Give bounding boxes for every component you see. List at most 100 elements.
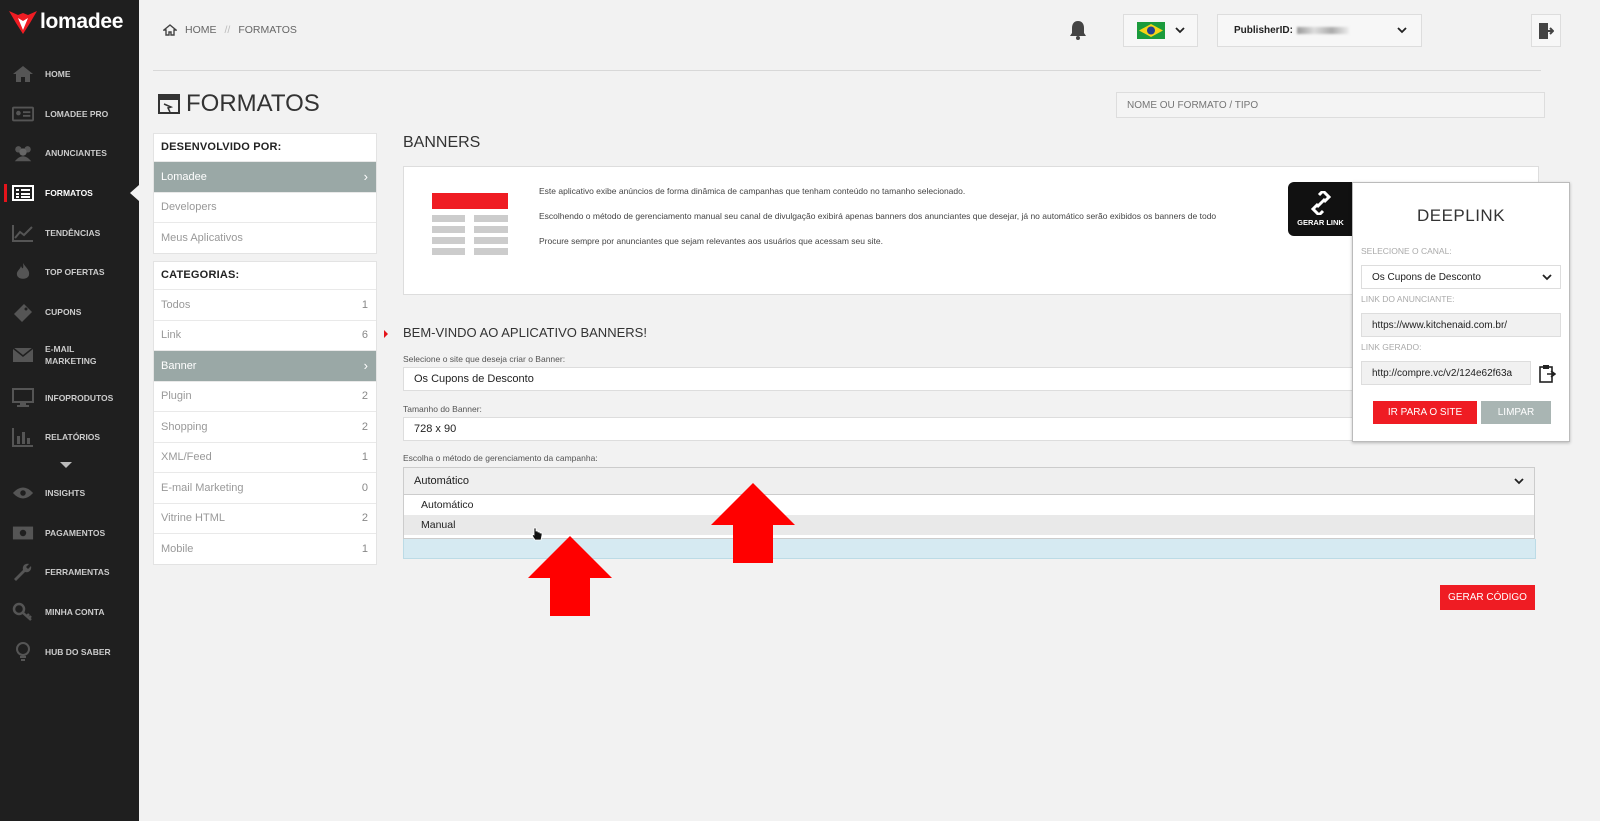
section-marker-icon (384, 330, 388, 338)
method-option-manual[interactable]: Manual (404, 515, 1534, 535)
category-label: Vitrine HTML (161, 512, 225, 525)
header-divider (153, 70, 1541, 71)
key-icon (12, 602, 34, 622)
sidebar-item-tendencias[interactable]: TENDÊNCIAS (0, 213, 139, 253)
category-count: 1 (361, 451, 368, 464)
generate-link-label: GERAR LINK (1297, 218, 1344, 227)
category-item-mobile[interactable]: Mobile 1 (154, 533, 376, 564)
sidebar-relatorios-expand[interactable] (0, 457, 139, 473)
publisher-selector[interactable]: PublisherID: (1217, 14, 1422, 47)
wrench-icon (12, 562, 34, 582)
category-count: 0 (361, 481, 368, 494)
sidebar-item-top-ofertas[interactable]: TOP OFERTAS (0, 252, 139, 292)
deeplink-panel: DEEPLINK SELECIONE O CANAL: Os Cupons de… (1352, 182, 1570, 442)
banner-description: Este aplicativo exibe anúncios de forma … (539, 179, 1216, 254)
language-selector[interactable] (1123, 14, 1198, 47)
flame-icon (12, 262, 34, 282)
sidebar-item-email-marketing[interactable]: E-MAIL MARKETING (0, 332, 139, 378)
banner-layout-icon (432, 193, 508, 255)
notification-bell-icon[interactable] (1069, 20, 1087, 45)
lomadee-logo[interactable]: lomadee (0, 0, 139, 44)
category-label: Plugin (161, 390, 192, 403)
sidebar-item-insights[interactable]: INSIGHTS (0, 473, 139, 513)
logout-icon (1539, 22, 1554, 39)
sidebar-item-label: RELATÓRIOS (45, 432, 101, 443)
clear-button[interactable]: LIMPAR (1481, 401, 1551, 424)
sidebar-item-infoprodutos[interactable]: INFOPRODUTOS (0, 378, 139, 418)
category-item-todos[interactable]: Todos 1 (154, 289, 376, 320)
developer-label: Lomadee (161, 170, 207, 183)
category-count: 1 (361, 298, 368, 311)
sidebar-item-label: FORMATOS (45, 187, 93, 198)
chevron-down-icon (60, 462, 72, 469)
developer-item-developers[interactable]: Developers (154, 191, 376, 223)
sidebar-item-minha-conta[interactable]: MINHA CONTA (0, 592, 139, 632)
ticket-icon (12, 302, 34, 322)
deeplink-title: DEEPLINK (1416, 206, 1506, 225)
advertiser-link-input[interactable]: https://www.kitchenaid.com.br/ (1361, 313, 1561, 337)
info-line: Procure sempre por anunciantes que sejam… (539, 236, 883, 246)
home-icon (12, 64, 34, 84)
method-select[interactable]: Automático (403, 467, 1535, 495)
clipboard-icon[interactable] (1538, 364, 1556, 384)
trend-line-icon (12, 223, 34, 243)
page-title-text: FORMATOS (186, 90, 320, 117)
sidebar-item-hub-do-saber[interactable]: HUB DO SABER (0, 632, 139, 672)
category-item-xml-feed[interactable]: XML/Feed 1 (154, 441, 376, 473)
id-card-icon (12, 104, 34, 124)
developer-item-lomadee[interactable]: Lomadee › (154, 161, 376, 192)
window-icon (158, 94, 180, 114)
go-to-site-button[interactable]: IR PARA O SITE (1373, 401, 1477, 424)
link-icon (1310, 191, 1331, 215)
brand-name: lomadee (40, 10, 124, 33)
sidebar-item-formatos[interactable]: FORMATOS (0, 173, 139, 213)
method-option-automatico[interactable]: Automático (404, 495, 1534, 515)
sidebar-item-cupons[interactable]: CUPONS (0, 292, 139, 332)
site-select-value: Os Cupons de Desconto (414, 373, 534, 385)
chevron-down-icon (1174, 27, 1185, 34)
lomadee-fox-icon (9, 11, 37, 34)
sidebar-item-label: PAGAMENTOS (45, 527, 106, 538)
developer-item-meus-aplicativos[interactable]: Meus Aplicativos (154, 222, 376, 253)
logout-button[interactable] (1531, 14, 1561, 47)
section-title: BANNERS (403, 134, 481, 151)
generated-link-input[interactable]: http://compre.vc/v2/124e62f63a (1361, 361, 1531, 385)
chevron-down-icon (1542, 273, 1552, 280)
category-item-link[interactable]: Link 6 (154, 319, 376, 351)
category-label: Link (161, 329, 182, 342)
sidebar-item-home[interactable]: HOME (0, 54, 139, 94)
sidebar-item-label: INSIGHTS (45, 488, 86, 499)
generated-link-label: LINK GERADO: (1361, 342, 1422, 352)
category-count: 2 (361, 420, 368, 433)
sidebar-item-lomadee-pro[interactable]: LOMADEE PRO (0, 94, 139, 134)
generate-link-tab[interactable]: GERAR LINK (1288, 182, 1353, 236)
sidebar-item-label: E-MAIL MARKETING (45, 343, 97, 366)
developer-label: Meus Aplicativos (161, 231, 243, 244)
category-item-banner[interactable]: Banner › (154, 350, 376, 381)
breadcrumb: HOME // FORMATOS (163, 24, 297, 36)
sidebar-item-ferramentas[interactable]: FERRAMENTAS (0, 553, 139, 593)
breadcrumb-separator: // (224, 24, 231, 36)
sidebar-item-pagamentos[interactable]: PAGAMENTOS (0, 513, 139, 553)
category-label: XML/Feed (161, 451, 212, 464)
category-count: 1 (361, 542, 368, 555)
envelope-icon (12, 345, 34, 365)
sidebar-item-anunciantes[interactable]: ANUNCIANTES (0, 133, 139, 173)
top-bar: HOME // FORMATOS PublisherID: (139, 0, 1600, 62)
home-icon[interactable] (163, 24, 177, 36)
category-item-email-marketing[interactable]: E-mail Marketing 0 (154, 472, 376, 503)
sidebar: lomadee HOME LOMADEE PRO ANUNCIANTES FOR… (0, 0, 139, 821)
sidebar-item-label: LOMADEE PRO (45, 108, 109, 119)
category-item-vitrine-html[interactable]: Vitrine HTML 2 (154, 502, 376, 534)
channel-select[interactable]: Os Cupons de Desconto (1361, 265, 1561, 289)
generate-code-button[interactable]: GERAR CÓDIGO (1440, 585, 1535, 610)
up-arrow-annotation-icon (528, 536, 612, 616)
brazil-flag-icon (1136, 22, 1165, 39)
format-search-input[interactable] (1116, 92, 1545, 118)
category-item-shopping[interactable]: Shopping 2 (154, 411, 376, 442)
sidebar-item-label: TENDÊNCIAS (45, 227, 101, 238)
sidebar-item-relatorios[interactable]: RELATÓRIOS (0, 418, 139, 458)
breadcrumb-home-link[interactable]: HOME (185, 24, 217, 36)
chevron-down-icon (1514, 477, 1524, 484)
category-item-plugin[interactable]: Plugin 2 (154, 380, 376, 412)
